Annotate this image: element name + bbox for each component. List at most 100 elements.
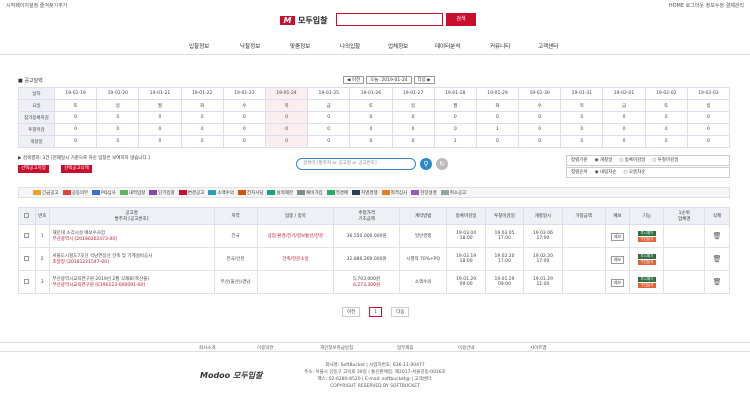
select-all-checkbox[interactable] <box>24 212 30 218</box>
row-checkbox[interactable] <box>24 255 30 261</box>
footer-link[interactable]: 이용약관 <box>257 345 274 351</box>
header-search-button[interactable]: 검색 <box>446 13 476 26</box>
calendar-cell[interactable]: 0 <box>560 135 604 148</box>
calendar-cell[interactable]: 0 <box>222 135 266 148</box>
search-icon[interactable]: ⚲ <box>420 158 432 170</box>
yebo-button[interactable]: 예보 <box>610 255 625 264</box>
nav-item[interactable]: 커뮤니티 <box>490 42 510 50</box>
calendar-cell[interactable]: 0 <box>433 123 477 136</box>
range-analysis-button[interactable]: 구간분석 <box>637 259 656 265</box>
calendar-cell[interactable]: 0 <box>307 111 351 124</box>
calendar-cell[interactable]: 0 <box>475 111 520 124</box>
order-option-desc[interactable]: ◉ 내림차순 <box>595 168 617 177</box>
notice-org[interactable]: 부산광역시교육연구원 [E190123-000091-00] <box>53 282 214 288</box>
nav-item[interactable]: 입찰정보 <box>189 42 209 50</box>
calendar-cell[interactable]: 0 <box>180 111 224 124</box>
preview-price-button[interactable]: 투시예가 <box>637 230 656 236</box>
notice-search-input[interactable]: 검색어 [발주처 or 공고명 or 공고번호] <box>296 158 416 170</box>
trash-icon[interactable]: 🗑 <box>713 255 722 263</box>
refresh-icon[interactable]: ↻ <box>436 158 448 170</box>
footer-link[interactable]: 회사소개 <box>199 345 216 351</box>
calendar-cell[interactable]: 0 <box>349 111 393 124</box>
range-analysis-button[interactable]: 구간분석 <box>637 282 656 288</box>
calendar-cell[interactable]: 0 <box>96 123 140 136</box>
calendar-cell[interactable]: 0 <box>138 123 182 136</box>
calendar-cell[interactable]: 0 <box>53 123 98 136</box>
trash-icon[interactable]: 🗑 <box>713 278 722 286</box>
calendar-cell[interactable]: 0 <box>686 111 731 124</box>
calendar-cell[interactable]: 0 <box>433 111 477 124</box>
table-row[interactable]: 2 서울도시철도7호선 석남연장선 건축 및 기계설비공사 조달청 [2018122… <box>18 247 730 271</box>
calendar-cell[interactable]: 0 <box>391 111 435 124</box>
calendar-cell[interactable]: 0 <box>686 123 731 136</box>
top-right-links[interactable]: HOME 로그아웃 정보수정 결제관리 <box>669 2 744 9</box>
page-current[interactable]: 1 <box>369 307 383 317</box>
calendar-cell[interactable]: 0 <box>475 135 520 148</box>
calendar-cell[interactable]: 0 <box>391 135 435 148</box>
table-row[interactable]: 3 부산광역시교육연구원 2019년 2월 식재료(축산물) 부산광역시교육연구원 … <box>18 270 730 294</box>
footer-link[interactable]: 개인정보취급방침 <box>320 345 353 351</box>
calendar-cell[interactable]: 0 <box>96 135 140 148</box>
preview-price-button[interactable]: 투시예가 <box>637 276 656 282</box>
nav-item[interactable]: 낙찰정보 <box>240 42 260 50</box>
calendar-cell[interactable]: 0 <box>264 135 309 148</box>
calendar-next-button[interactable]: 다음 ▶ <box>413 76 435 84</box>
range-analysis-button[interactable]: 구간분석 <box>637 236 656 242</box>
calendar-cell[interactable]: 0 <box>53 135 98 148</box>
top-left-links[interactable]: 시작페이지설정 즐겨찾기추가 <box>6 2 67 9</box>
nav-item[interactable]: 데이터분석 <box>435 42 460 50</box>
calendar-cell[interactable]: 0 <box>96 111 140 124</box>
calendar-cell[interactable]: 0 <box>560 111 604 124</box>
calendar-cell[interactable]: 0 <box>138 135 182 148</box>
sort-option-reg[interactable]: ○ 등록마감일 <box>619 156 645 165</box>
calendar-cell[interactable]: 0 <box>222 111 266 124</box>
calendar-cell[interactable]: 0 <box>602 135 646 148</box>
order-option-asc[interactable]: ○ 오름차순 <box>623 168 645 177</box>
calendar-cell[interactable]: 0 <box>222 123 266 136</box>
calendar-cell[interactable]: 0 <box>264 111 309 124</box>
notice-org[interactable]: 조달청 [20181221547-00] <box>53 259 214 265</box>
calendar-cell[interactable]: 0 <box>518 111 562 124</box>
delete-selected-button[interactable]: 선택공고삭제 <box>61 165 92 173</box>
calendar-cell[interactable]: 0 <box>602 111 646 124</box>
yebo-button[interactable]: 예보 <box>610 278 625 287</box>
calendar-cell[interactable]: 0 <box>349 135 393 148</box>
footer-link[interactable]: 업무제휴 <box>397 345 414 351</box>
calendar-cell[interactable]: 1 <box>475 123 520 136</box>
row-checkbox[interactable] <box>24 232 30 238</box>
calendar-cell[interactable]: 0 <box>644 123 688 136</box>
nav-item[interactable]: 맞춤정보 <box>290 42 310 50</box>
save-selected-button[interactable]: 선택공고저장 <box>18 165 49 173</box>
calendar-cell[interactable]: 0 <box>518 135 562 148</box>
calendar-cell[interactable]: 0 <box>307 135 351 148</box>
calendar-cell[interactable]: 0 <box>518 123 562 136</box>
calendar-cell[interactable]: 0 <box>180 123 224 136</box>
calendar-cell[interactable]: 0 <box>391 123 435 136</box>
sort-option-open[interactable]: ◉ 개찰일 <box>595 156 613 165</box>
calendar-cell[interactable]: 0 <box>53 111 98 124</box>
table-row[interactable]: 1 해운대 소각시설 매보수사업 부산광역시 [20180202473-00] 전국 상… <box>18 224 730 248</box>
calendar-cell[interactable]: 0 <box>138 111 182 124</box>
calendar-cell[interactable]: 0 <box>686 135 731 148</box>
nav-item[interactable]: 업체정보 <box>388 42 408 50</box>
footer-link[interactable]: 이용안내 <box>458 345 475 351</box>
header-search-input[interactable] <box>336 13 443 26</box>
page-next-button[interactable]: 다음 <box>391 307 410 317</box>
yebo-button[interactable]: 예보 <box>610 232 625 241</box>
calendar-cell[interactable]: 1 <box>433 135 477 148</box>
nav-item[interactable]: 고객센터 <box>538 42 558 50</box>
notice-org[interactable]: 부산광역시 [20180202473-00] <box>53 236 214 242</box>
calendar-cell[interactable]: 0 <box>264 123 309 136</box>
calendar-cell[interactable]: 0 <box>307 123 351 136</box>
trash-icon[interactable]: 🗑 <box>713 232 722 240</box>
row-checkbox[interactable] <box>24 278 30 284</box>
site-logo[interactable]: M 모두입찰 <box>280 15 327 26</box>
page-prev-button[interactable]: 이전 <box>342 307 361 317</box>
calendar-cell[interactable]: 0 <box>644 111 688 124</box>
sort-option-bid[interactable]: ○ 투찰마감일 <box>652 156 678 165</box>
calendar-cell[interactable]: 0 <box>602 123 646 136</box>
calendar-cell[interactable]: 0 <box>560 123 604 136</box>
calendar-cell[interactable]: 0 <box>180 135 224 148</box>
calendar-prev-button[interactable]: ◀ 이전 <box>343 76 365 84</box>
nav-item[interactable]: 나의입찰 <box>340 42 360 50</box>
